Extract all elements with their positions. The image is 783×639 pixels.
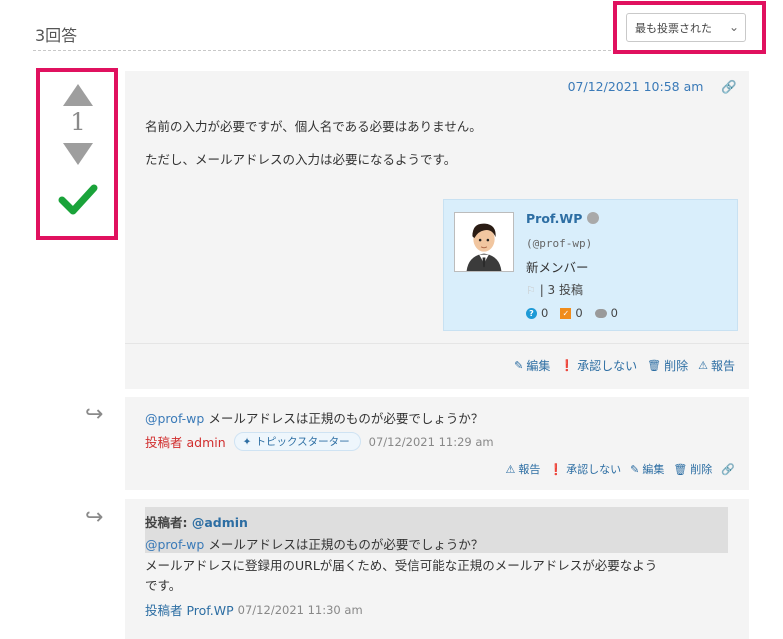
author-rank: 新メンバー: [526, 260, 589, 275]
topic-starter-label: トピックスターター: [255, 436, 350, 448]
vote-up-icon[interactable]: [63, 84, 93, 106]
unapprove-button[interactable]: ❗ 承認しない: [549, 461, 621, 477]
comment-poster[interactable]: 投稿者 Prof.WP: [145, 600, 234, 619]
warning-icon: ⚠: [505, 462, 516, 476]
answer-paragraph: ただし、メールアドレスの入力は必要になるようです。: [145, 152, 457, 167]
comments-icon: [594, 308, 607, 318]
comment-body: メールアドレスに登録用のURLが届くため、受信可能な正規のメールアドレスが必要な…: [145, 558, 658, 573]
answers-count: 0: [575, 306, 583, 320]
vote-count: 1: [70, 108, 86, 136]
comment-meta: 投稿者 admin ✦ トピックスターター 07/12/2021 11:29 am: [145, 432, 494, 451]
answer-date: 07/12/2021 10:58 am: [567, 79, 704, 94]
link-icon: 🔗: [721, 462, 735, 476]
sort-select-value: 最も投票された: [635, 21, 712, 35]
questions-icon: ?: [526, 307, 537, 319]
leaf-icon: ✦: [242, 435, 252, 448]
sort-select[interactable]: 最も投票された ⌄: [626, 13, 746, 42]
reply-arrow-icon: ↪: [85, 402, 104, 427]
unapprove-button[interactable]: ❗ 承認しない: [560, 357, 637, 374]
trash-icon: 🗑: [673, 462, 688, 476]
delete-button[interactable]: 🗑 削除: [647, 357, 688, 374]
comment-card: 投稿者: @admin @prof-wp メールアドレスは正規のものが必要でしょ…: [125, 499, 749, 639]
report-label: 報告: [518, 463, 541, 476]
answers-icon: ✓: [560, 307, 572, 319]
author-stats: ? 0 ✓ 0 0: [526, 306, 618, 320]
author-handle: (@prof-wp): [526, 237, 593, 250]
comment-body: です。: [145, 578, 182, 593]
answer-actions: ✎ 編集 ❗ 承認しない 🗑 削除 ⚠ 報告: [514, 357, 735, 374]
report-button[interactable]: ⚠ 報告: [698, 357, 735, 374]
quote-block: 投稿者: @admin @prof-wp メールアドレスは正規のものが必要でしょ…: [145, 507, 728, 553]
badge-icon: ⚐: [526, 284, 536, 297]
answer-card: 07/12/2021 10:58 am 🔗 名前の入力が必要ですが、個人名である…: [125, 71, 749, 389]
reply-arrow-icon: ↪: [85, 505, 104, 530]
quote-body: メールアドレスは正規のものが必要でしょうか？: [204, 537, 484, 552]
answer-divider: [125, 343, 749, 344]
link-button[interactable]: 🔗: [721, 461, 735, 477]
edit-icon: ✎: [514, 359, 524, 372]
answer-paragraph: 名前の入力が必要ですが、個人名である必要はありません。: [145, 119, 482, 134]
answers-count: 3回答: [35, 26, 78, 45]
edit-label: 編集: [526, 359, 551, 373]
unapprove-label: 承認しない: [566, 463, 622, 476]
quote-header: 投稿者: @admin: [145, 512, 248, 531]
edit-button[interactable]: ✎ 編集: [514, 357, 550, 374]
edit-button[interactable]: ✎ 編集: [630, 461, 664, 477]
trash-icon: 🗑: [647, 359, 662, 372]
quote-text: @prof-wp メールアドレスは正規のものが必要でしょうか？: [145, 534, 483, 553]
quote-label: 投稿者:: [145, 515, 192, 530]
delete-label: 削除: [690, 463, 713, 476]
comments-count: 0: [610, 306, 618, 320]
unapprove-label: 承認しない: [577, 359, 638, 373]
author-name[interactable]: Prof.WP: [526, 211, 582, 226]
delete-label: 削除: [664, 359, 689, 373]
accepted-check-icon[interactable]: [57, 178, 99, 220]
exclamation-icon: ❗: [549, 462, 564, 476]
report-button[interactable]: ⚠ 報告: [506, 461, 541, 477]
warning-icon: ⚠: [698, 359, 708, 372]
questions-count: 0: [541, 306, 549, 320]
comment-poster[interactable]: 投稿者 admin: [145, 432, 226, 451]
chevron-down-icon: ⌄: [728, 20, 739, 34]
quote-author[interactable]: @admin: [192, 515, 248, 530]
edit-label: 編集: [642, 463, 665, 476]
vote-down-icon[interactable]: [63, 143, 93, 165]
comment-date: 07/12/2021 11:30 am: [237, 602, 363, 617]
delete-button[interactable]: 🗑 削除: [673, 461, 712, 477]
mention-link[interactable]: @prof-wp: [145, 537, 204, 552]
post-count-text: | 3 投稿: [539, 283, 584, 297]
offline-status-icon: [587, 212, 599, 224]
edit-icon: ✎: [630, 462, 640, 476]
avatar[interactable]: [454, 212, 514, 272]
topic-starter-badge: ✦ トピックスターター: [233, 432, 361, 451]
mention-link[interactable]: @prof-wp: [145, 411, 204, 426]
comment-card: @prof-wp メールアドレスは正規のものが必要でしょうか？ 投稿者 admi…: [125, 397, 749, 490]
answer-meta: 07/12/2021 10:58 am 🔗: [568, 79, 737, 95]
comment-meta: 投稿者 Prof.WP 07/12/2021 11:30 am: [145, 600, 363, 619]
report-label: 報告: [710, 359, 735, 373]
comment-text: @prof-wp メールアドレスは正規のものが必要でしょうか？: [145, 408, 483, 427]
author-card: Prof.WP (@prof-wp) 新メンバー ⚐ | 3 投稿 ? 0 ✓ …: [443, 199, 738, 331]
comment-actions: ⚠ 報告 ❗ 承認しない ✎ 編集 🗑 削除 🔗: [506, 461, 735, 477]
comment-body: メールアドレスは正規のものが必要でしょうか？: [204, 411, 484, 426]
link-icon[interactable]: 🔗: [721, 79, 737, 94]
author-post-count: ⚐ | 3 投稿: [526, 281, 583, 298]
comment-date: 07/12/2021 11:29 am: [368, 434, 494, 449]
exclamation-icon: ❗: [560, 359, 575, 372]
